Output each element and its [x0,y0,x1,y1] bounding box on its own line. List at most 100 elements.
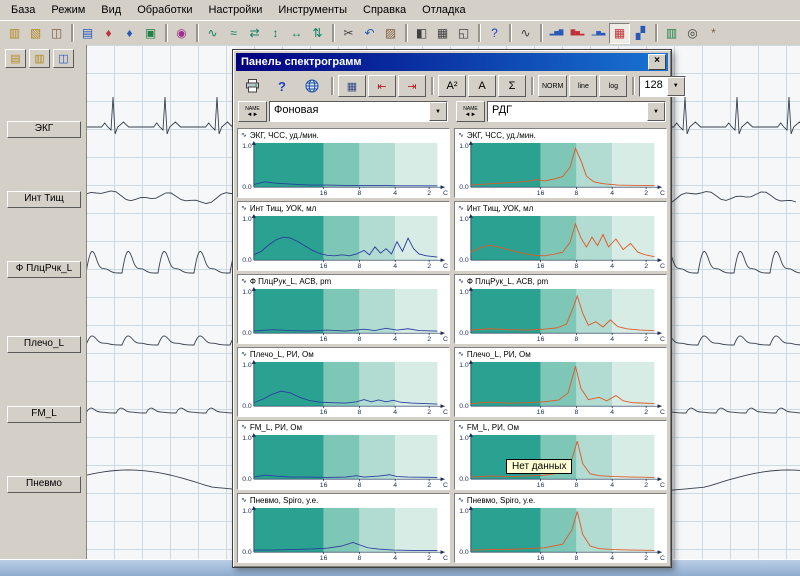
chevron-down-icon[interactable]: ▼ [429,102,447,121]
dialog-title-bar[interactable]: Панель спектрограмм × [236,53,668,71]
print-button[interactable] [238,75,266,97]
new-exam-button[interactable]: ▥ [4,23,25,44]
copy-button[interactable]: ◧ [411,23,432,44]
plot-title-text: Пневмо, Spiro, у.е. [250,496,318,505]
channel-label[interactable]: ЭКГ [7,121,81,138]
horizontal-scale-button[interactable]: ↔ [286,23,307,44]
left-series-combo[interactable]: Фоновая ▼ [269,101,448,122]
fft-size-combo[interactable]: 128▼ [639,76,685,97]
help-button[interactable]: ? [484,23,505,44]
frequency-band [471,216,541,260]
menu-item[interactable]: Настройки [200,1,270,19]
table-button[interactable]: ▥ [661,23,682,44]
line-button[interactable]: line [569,75,597,97]
preview-button[interactable]: ◱ [453,23,474,44]
chevron-down-icon[interactable]: ▼ [647,102,665,121]
view-button[interactable]: ◎ [682,23,703,44]
database-button[interactable]: ▤ [77,23,98,44]
amplitude-squared-button[interactable]: A² [438,75,466,97]
channel-label[interactable]: Плечо_L [7,336,81,353]
y-axis-arrow-icon [469,360,473,364]
y-axis-arrow-icon [252,433,256,437]
amplitude-button[interactable]: A [468,75,496,97]
erase-button[interactable]: ▨ [380,23,401,44]
copy-page-button[interactable]: ▥ [29,49,50,68]
frequency-band [359,143,395,187]
plot-header: ∿Плечо_L, РИ, Ом [455,348,666,360]
vertical-scale-button[interactable]: ↕ [265,23,286,44]
horizontal-scale-icon: ↔ [291,27,303,39]
spectrum-plot-canvas: 168421.00.0C [455,360,666,416]
protocols-button[interactable]: ▣ [140,23,161,44]
channel-label[interactable]: Инт Тищ [7,191,81,208]
new-page-button[interactable]: ▤ [5,49,26,68]
frequency-band [254,435,324,479]
record-button[interactable]: ◉ [171,23,192,44]
name-button-left[interactable]: NAME ◄► [238,101,267,122]
undo-button[interactable]: ↶ [359,23,380,44]
chevron-down-icon[interactable]: ▼ [667,77,685,96]
y-tick-label: 1.0 [459,508,469,515]
name-button-right[interactable]: NAME ◄► [456,101,485,122]
cut-button[interactable]: ✂ [338,23,359,44]
plot-title-text: Плечо_L, РИ, Ом [250,350,314,359]
trend-button[interactable]: ▇▅▂ [567,23,588,44]
right-series-combo[interactable]: РДГ ▼ [487,101,666,122]
frequency-band [324,435,360,479]
oscilloscope-button[interactable]: ∿ [515,23,536,44]
settings-button[interactable]: * [703,23,724,44]
x-axis-arrow-icon [441,550,445,554]
menu-item[interactable]: Отладка [414,1,473,19]
channels-button[interactable]: ⇅ [307,23,328,44]
fit-left-button[interactable]: ⇤ [368,75,396,97]
sum-label: Σ [509,80,516,92]
channel-label[interactable]: Ф ПлцРчк_L [7,261,81,278]
toolbar-separator [540,24,542,42]
help-button[interactable]: ? [268,75,296,97]
card-file-button[interactable]: ◫ [46,23,67,44]
close-icon[interactable]: × [648,54,666,70]
menu-item[interactable]: Справка [355,1,414,19]
x-tick-label: 8 [574,336,578,343]
sum-button[interactable]: Σ [498,75,526,97]
menu-item[interactable]: База [3,1,43,19]
x-axis-unit: C [443,190,448,197]
trace-icon: ∿ [458,278,464,285]
patients-button[interactable]: ♦ [98,23,119,44]
grid-button[interactable]: ▦ [338,75,366,97]
card-file-icon: ◫ [51,27,62,39]
scatter-button[interactable]: ▞ [630,23,651,44]
menu-item[interactable]: Обработки [129,1,200,19]
frequency-band [471,362,541,406]
world-button[interactable] [298,75,326,97]
smooth-button[interactable]: ≈ [223,23,244,44]
y-tick-label: 0.0 [459,549,469,556]
name-button-arrows-icon: ◄► [247,112,259,118]
signal-button[interactable]: ∿ [202,23,223,44]
exams-button[interactable]: ♦ [119,23,140,44]
spectrum-button[interactable]: ▁▅▃ [588,23,609,44]
norm-label: NORM [542,83,563,90]
plot-header: ∿Пневмо, Spiro, у.е. [455,494,666,506]
log-button[interactable]: log [599,75,627,97]
menu-item[interactable]: Инструменты [270,1,355,19]
spectrum-plot-canvas: 168421.00.0C [238,506,449,562]
compare-button[interactable]: ⇄ [244,23,265,44]
channel-label[interactable]: FM_L [7,406,81,423]
norm-button[interactable]: NORM [538,75,567,97]
open-exam-button[interactable]: ▧ [25,23,46,44]
spectrogram-panel-button[interactable]: ▦ [609,23,630,44]
histogram-button[interactable]: ▂▅▇ [546,23,567,44]
menu-item[interactable]: Вид [93,1,129,19]
y-axis-arrow-icon [469,506,473,510]
fit-right-button[interactable]: ⇥ [398,75,426,97]
print-button[interactable]: ▦ [432,23,453,44]
menu-item[interactable]: Режим [43,1,93,19]
x-axis-arrow-icon [658,477,662,481]
pages-button[interactable]: ◫ [53,49,74,68]
y-axis-arrow-icon [252,506,256,510]
y-tick-label: 1.0 [242,435,252,442]
frequency-band [612,435,654,479]
channel-label[interactable]: Пневмо [7,476,81,493]
frequency-band [395,435,437,479]
